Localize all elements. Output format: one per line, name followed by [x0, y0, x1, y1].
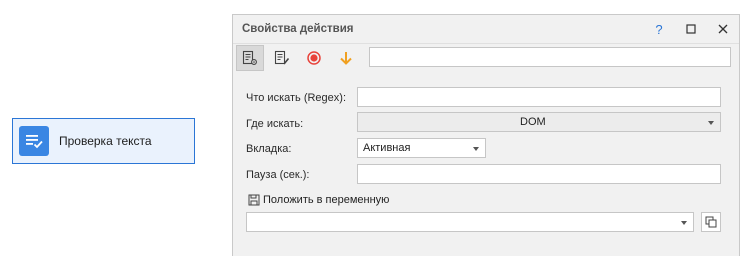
arrow-down-icon	[340, 52, 352, 65]
panel-title: Свойства действия	[242, 23, 354, 35]
chevron-down-icon	[473, 147, 479, 151]
save-to-variable-label: Положить в переменную	[263, 194, 390, 206]
text-check-icon	[19, 126, 49, 156]
where-select-value: DOM	[520, 116, 546, 128]
copy-variable-button[interactable]	[701, 212, 721, 232]
arrow-down-button[interactable]	[332, 45, 360, 71]
edit-notes-button[interactable]	[268, 45, 296, 71]
tab-select[interactable]: Активная	[357, 138, 486, 158]
action-settings-icon	[242, 50, 257, 65]
action-settings-button[interactable]	[236, 45, 264, 71]
panel-toolbar	[233, 44, 739, 72]
copy-icon	[705, 216, 717, 228]
help-icon: ?	[655, 21, 663, 37]
where-label: Где искать:	[246, 118, 304, 130]
tab-select-value: Активная	[363, 142, 411, 154]
action-label: Проверка текста	[59, 134, 152, 148]
search-label: Что искать (Regex):	[246, 92, 346, 104]
pause-label: Пауза (сек.):	[246, 169, 310, 181]
tab-label: Вкладка:	[246, 143, 292, 155]
help-button[interactable]: ?	[650, 20, 668, 38]
panel-titlebar: Свойства действия ?	[233, 15, 739, 44]
edit-notes-icon	[274, 50, 290, 65]
save-to-variable-title: Положить в переменную	[248, 194, 389, 206]
where-select[interactable]: DOM	[357, 112, 721, 132]
chevron-down-icon	[681, 221, 687, 225]
maximize-button[interactable]	[682, 20, 700, 38]
close-icon	[718, 24, 728, 34]
close-button[interactable]	[714, 20, 732, 38]
variable-select[interactable]	[246, 212, 694, 232]
chevron-down-icon	[708, 121, 714, 125]
action-block-text-check[interactable]: Проверка текста	[12, 118, 195, 164]
pause-input[interactable]	[357, 164, 721, 184]
search-regex-input[interactable]	[357, 87, 721, 107]
record-button[interactable]	[300, 45, 328, 71]
maximize-icon	[686, 24, 696, 34]
properties-panel: Свойства действия ? Что искать (Regex): …	[232, 14, 740, 256]
toolbar-input[interactable]	[369, 47, 731, 67]
floppy-disk-icon	[248, 194, 260, 206]
record-icon	[307, 51, 321, 65]
